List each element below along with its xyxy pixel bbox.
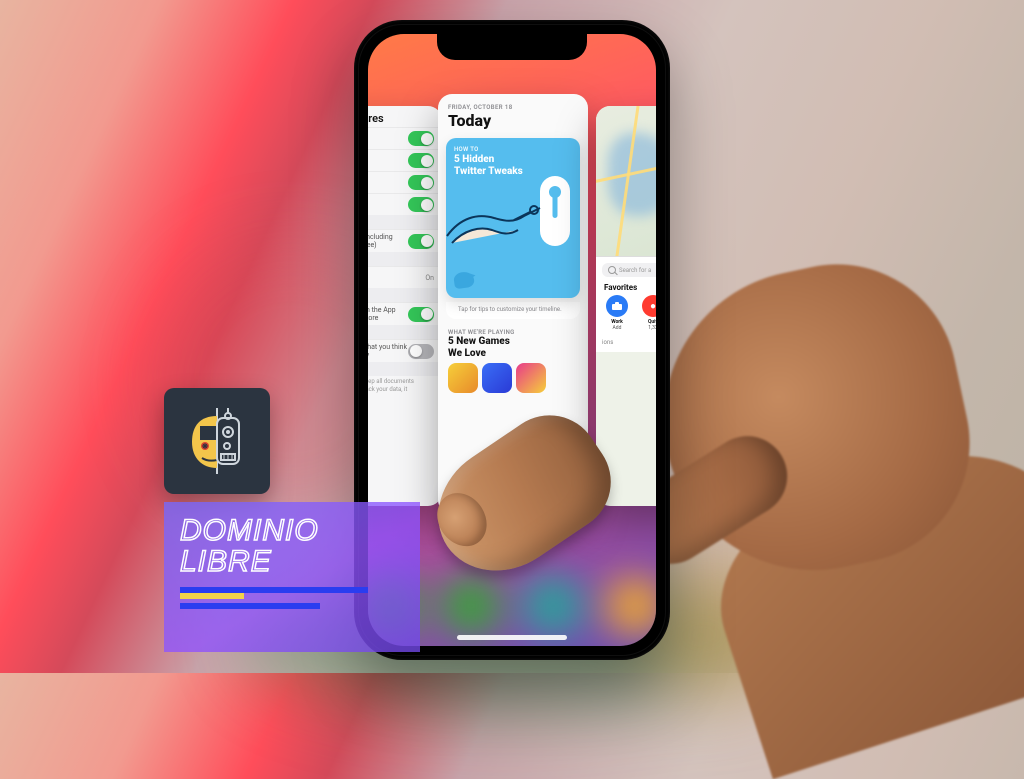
- map-viewport[interactable]: Botanical House: [596, 106, 656, 256]
- favorite-work[interactable]: Work Add: [602, 295, 632, 331]
- brand-logo: [164, 388, 270, 494]
- settings-row[interactable]: [368, 149, 442, 171]
- settings-value: On: [425, 274, 434, 282]
- brand-name: DOMINIO LIBRE: [180, 516, 404, 577]
- hero-tag: HOW TO: [454, 146, 479, 153]
- toggle-switch-icon[interactable]: [408, 197, 434, 212]
- watermark-panel: DOMINIO LIBRE: [164, 502, 420, 652]
- brand-line1: DOMINIO: [180, 516, 404, 547]
- collections-heading: ions: [602, 339, 656, 346]
- toggle-switch-icon[interactable]: [408, 234, 434, 249]
- home-indicator[interactable]: [457, 635, 567, 640]
- settings-row-think[interactable]: what you think by: [368, 339, 442, 362]
- section-tag: WHAT WE'RE PLAYING: [438, 327, 588, 336]
- toggle-switch-icon[interactable]: [408, 175, 434, 190]
- game-thumbnail[interactable]: [482, 363, 512, 393]
- pin-icon: ●: [642, 295, 656, 317]
- hand-with-key-illustration: [446, 188, 547, 258]
- settings-label: what you think by: [368, 343, 408, 359]
- settings-row[interactable]: [368, 127, 442, 149]
- settings-header: ores: [368, 106, 442, 127]
- toggle-switch-icon[interactable]: [408, 153, 434, 168]
- settings-label: on the App Store: [368, 306, 408, 322]
- maps-search-field[interactable]: Search for a: [602, 263, 656, 277]
- twitter-bird-icon: [453, 271, 475, 290]
- settings-row[interactable]: [368, 171, 442, 193]
- settings-row-including[interactable]: (including free): [368, 229, 442, 252]
- favorite-sub: 1,33: [648, 325, 656, 331]
- settings-row[interactable]: [368, 193, 442, 215]
- settings-label: (including free): [368, 233, 408, 249]
- app-card-maps[interactable]: Botanical House Search for a Favorites W: [596, 106, 656, 506]
- watermark-overlay: DOMINIO LIBRE: [164, 388, 424, 653]
- toggle-switch-icon[interactable]: [408, 131, 434, 146]
- game-thumbnails[interactable]: [438, 363, 588, 393]
- hero-title: 5 Hidden Twitter Tweaks: [454, 154, 540, 177]
- today-date: FRIDAY, OCTOBER 18: [438, 94, 588, 111]
- brand-underline-decoration: [180, 587, 404, 615]
- hero-story-card[interactable]: HOW TO 5 Hidden Twitter Tweaks: [446, 138, 580, 298]
- section-title: 5 New Games We Love: [438, 336, 588, 363]
- favorites-heading: Favorites: [604, 283, 656, 292]
- settings-row-appstore[interactable]: on the App Store: [368, 302, 442, 325]
- settings-row-value[interactable]: On: [368, 266, 442, 288]
- game-thumbnail[interactable]: [448, 363, 478, 393]
- maps-bottom-sheet[interactable]: Search for a Favorites Work Add ●: [596, 256, 656, 352]
- favorite-item[interactable]: ● Quiv 1,33: [638, 295, 656, 331]
- toggle-switch-icon[interactable]: [408, 344, 434, 359]
- search-icon: [608, 266, 616, 274]
- hero-caption: Tap for tips to customize your timeline.: [446, 302, 580, 319]
- phone-notch: [437, 34, 587, 60]
- brand-line2: LIBRE: [180, 547, 404, 578]
- today-title: Today: [438, 111, 588, 136]
- search-placeholder: Search for a: [619, 267, 651, 274]
- game-thumbnail[interactable]: [516, 363, 546, 393]
- toggle-switch-icon[interactable]: [408, 307, 434, 322]
- favorite-sub: Add: [613, 325, 622, 331]
- briefcase-icon: [606, 295, 628, 317]
- robot-face-icon: [178, 402, 256, 480]
